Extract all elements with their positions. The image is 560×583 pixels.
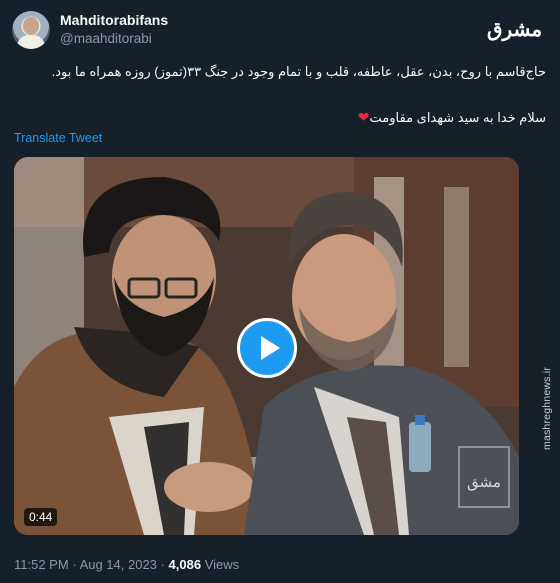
svg-text:مشق: مشق (467, 473, 501, 491)
user-handle[interactable]: @maahditorabi (60, 31, 152, 46)
tweet-date[interactable]: Aug 14, 2023 (80, 557, 157, 572)
side-watermark: mashreghnews.ir (541, 367, 553, 450)
meta-separator-2: · (160, 557, 165, 572)
display-name[interactable]: Mahditorabifans (60, 12, 168, 28)
red-heart-icon: ❤ (357, 109, 370, 125)
tweet-text-line-2: سلام خدا به سید شهدای مقاومت❤ (358, 109, 546, 126)
views-label: Views (204, 557, 240, 572)
meta-separator: · (72, 557, 77, 572)
avatar-face (23, 17, 39, 35)
translate-tweet-link[interactable]: Translate Tweet (14, 131, 102, 145)
tweet-time[interactable]: 11:52 PM (14, 557, 69, 572)
play-icon (261, 336, 280, 360)
views-count: 4,086 (168, 557, 202, 572)
tweet-text-line-2-text: سلام خدا به سید شهدای مقاومت (369, 110, 546, 125)
avatar-body (17, 35, 45, 49)
avatar[interactable] (12, 11, 50, 49)
play-button[interactable] (237, 318, 297, 378)
tweet-text-line-1: حاج‌قاسم با روح، بدن، عقل، عاطفه، قلب و … (51, 64, 546, 79)
source-logo: مشرق (487, 17, 543, 41)
tweet-card: Mahditorabifans @maahditorabi مشرق حاج‌ق… (0, 0, 560, 583)
tweet-meta: 11:52 PM · Aug 14, 2023 · 4,086 Views (14, 557, 239, 572)
video-duration: 0:44 (24, 508, 58, 526)
